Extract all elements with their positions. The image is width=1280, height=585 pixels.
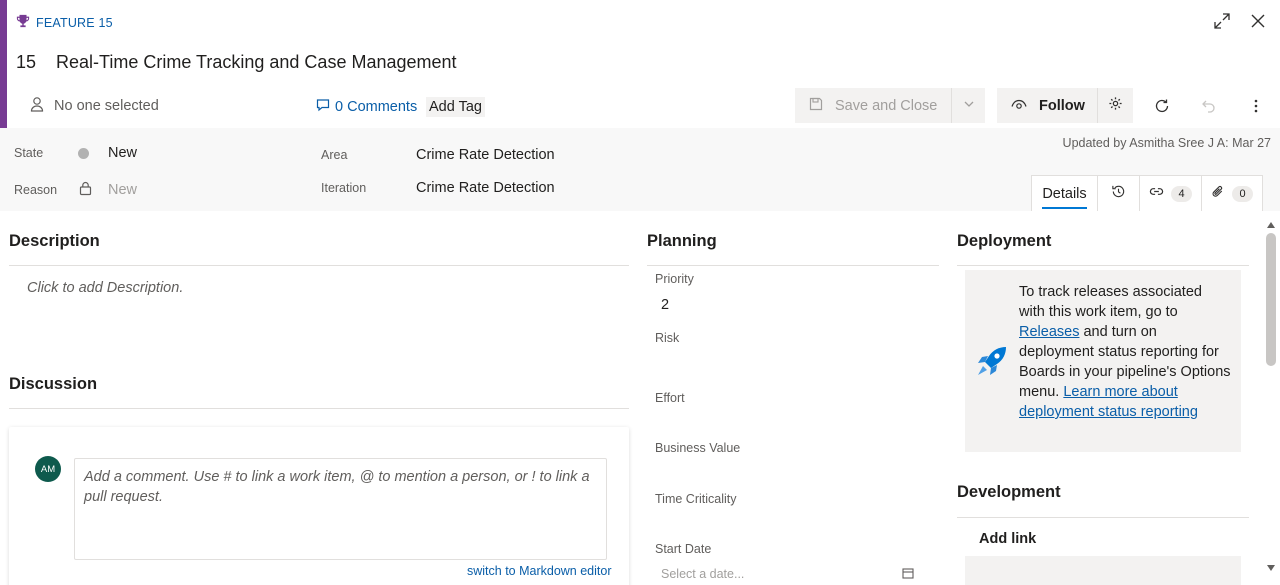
risk-field[interactable] — [655, 350, 939, 374]
business-value-field[interactable] — [655, 460, 939, 484]
scroll-down-icon[interactable] — [1266, 559, 1276, 577]
effort-label: Effort — [655, 391, 685, 405]
avatar: AM — [35, 456, 61, 482]
start-date-label: Start Date — [655, 542, 712, 556]
development-heading[interactable]: Development — [957, 483, 1061, 502]
tab-history[interactable] — [1098, 176, 1140, 211]
area-value[interactable]: Crime Rate Detection — [416, 147, 555, 163]
links-count-badge: 4 — [1171, 185, 1192, 202]
follow-button[interactable]: Follow — [997, 88, 1133, 123]
deployment-heading[interactable]: Deployment — [957, 232, 1051, 251]
state-value[interactable]: New — [108, 145, 137, 161]
assignee-label: No one selected — [54, 98, 159, 114]
expand-icon[interactable] — [1213, 12, 1231, 35]
assignee-picker[interactable]: No one selected — [30, 96, 159, 116]
work-item-type: FEATURE 15 — [16, 14, 113, 31]
chevron-down-icon — [963, 98, 975, 114]
attachments-count-badge: 0 — [1232, 185, 1253, 202]
comments-count: 0 Comments — [335, 99, 418, 115]
deployment-divider — [957, 265, 1249, 266]
follow-icon — [1011, 98, 1027, 114]
trophy-icon — [16, 14, 30, 31]
follow-settings-button[interactable] — [1097, 88, 1133, 123]
calendar-icon[interactable] — [902, 566, 914, 584]
markdown-editor-link[interactable]: switch to Markdown editor — [467, 564, 612, 578]
feature-label: FEATURE 15 — [36, 15, 113, 30]
title-row: 15 Real-Time Crime Tracking and Case Man… — [16, 52, 457, 73]
person-icon — [30, 96, 44, 116]
time-criticality-label: Time Criticality — [655, 492, 737, 506]
planning-heading[interactable]: Planning — [647, 232, 717, 251]
lock-icon — [79, 181, 92, 201]
state-label: State — [14, 146, 44, 160]
type-color-bar — [0, 0, 7, 128]
close-icon[interactable] — [1249, 12, 1267, 35]
paperclip-icon — [1211, 184, 1225, 203]
save-icon — [809, 97, 823, 115]
tab-attachments[interactable]: 0 — [1202, 176, 1262, 211]
priority-value[interactable]: 2 — [661, 297, 669, 313]
iteration-label: Iteration — [321, 181, 367, 195]
follow-label: Follow — [1039, 97, 1085, 114]
deployment-info-text: To track releases associated with this w… — [1019, 282, 1231, 422]
scrollbar-thumb[interactable] — [1266, 233, 1276, 366]
start-date-input[interactable]: Select a date... — [661, 567, 744, 581]
comments-link[interactable]: 0 Comments — [316, 98, 417, 116]
more-actions-icon[interactable] — [1245, 95, 1267, 117]
work-item-title[interactable]: Real-Time Crime Tracking and Case Manage… — [56, 52, 457, 73]
time-criticality-field[interactable] — [655, 511, 939, 535]
add-tag-button[interactable]: Add Tag — [426, 97, 485, 117]
reason-value: New — [108, 182, 138, 198]
deployment-text-part1: To track releases associated with this w… — [1019, 284, 1202, 320]
description-editor[interactable]: Click to add Description. — [27, 280, 183, 296]
scroll-up-icon[interactable] — [1266, 216, 1276, 234]
releases-link[interactable]: Releases — [1019, 324, 1079, 340]
development-links-box — [965, 556, 1241, 585]
tab-details[interactable]: Details — [1032, 176, 1098, 211]
save-and-close-label: Save and Close — [835, 97, 938, 114]
tab-details-label: Details — [1042, 185, 1087, 202]
refresh-icon[interactable] — [1151, 95, 1173, 117]
history-icon — [1111, 184, 1126, 203]
tab-links[interactable]: 4 — [1140, 176, 1202, 211]
description-heading[interactable]: Description — [9, 232, 100, 251]
discussion-divider — [9, 408, 629, 409]
priority-label: Priority — [655, 272, 694, 286]
planning-divider — [647, 265, 939, 266]
effort-field[interactable] — [655, 410, 939, 434]
work-item-id: 15 — [16, 52, 37, 72]
iteration-value[interactable]: Crime Rate Detection — [416, 180, 555, 196]
development-divider — [957, 517, 1249, 518]
save-options-dropdown[interactable] — [951, 88, 985, 123]
save-and-close-button[interactable]: Save and Close — [795, 88, 985, 123]
business-value-label: Business Value — [655, 441, 741, 455]
updated-info[interactable]: Updated by Asmitha Sree J A: Mar 27 — [1063, 136, 1271, 150]
gear-icon — [1108, 96, 1123, 115]
avatar-initials: AM — [40, 463, 56, 475]
reason-label: Reason — [14, 183, 58, 197]
comment-input[interactable]: Add a comment. Use # to link a work item… — [74, 458, 607, 560]
comment-icon — [316, 98, 330, 116]
discussion-heading[interactable]: Discussion — [9, 375, 97, 394]
area-label: Area — [321, 148, 348, 162]
add-link-button[interactable]: Add link — [979, 531, 1036, 547]
description-divider — [9, 265, 629, 266]
link-icon — [1149, 184, 1164, 203]
undo-icon[interactable] — [1198, 95, 1220, 117]
pipelines-rocket-icon — [975, 344, 1009, 383]
risk-label: Risk — [655, 331, 680, 345]
item-tabs: Details 4 0 — [1031, 175, 1263, 211]
state-dot-icon — [78, 148, 89, 159]
